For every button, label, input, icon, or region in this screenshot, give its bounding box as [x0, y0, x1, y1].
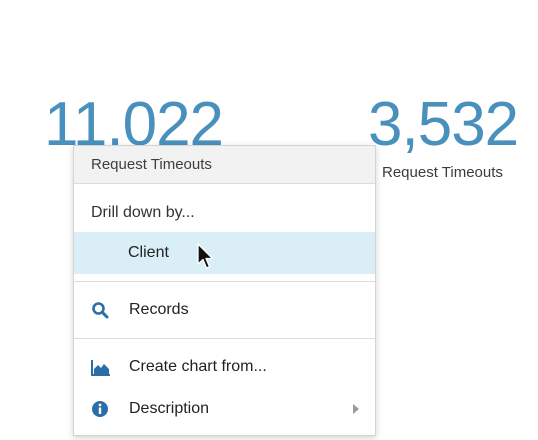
menu-divider — [74, 338, 375, 339]
submenu-arrow-icon — [353, 404, 359, 414]
context-menu: Request Timeouts Drill down by... Client… — [73, 145, 376, 436]
info-icon — [92, 401, 108, 417]
menu-item-description[interactable]: Description — [74, 388, 375, 430]
menu-item-records[interactable]: Records — [74, 289, 375, 331]
menu-item-client[interactable]: Client — [74, 232, 375, 274]
menu-divider — [74, 281, 375, 282]
drill-down-label: Drill down by... — [91, 204, 195, 221]
stat-value-request-timeouts-2: 3,532 — [368, 90, 519, 159]
context-menu-header: Request Timeouts — [74, 146, 375, 184]
mouse-cursor-icon — [197, 243, 214, 269]
menu-item-create-chart[interactable]: Create chart from... — [74, 346, 375, 388]
menu-item-client-label: Client — [128, 244, 169, 261]
stat-label-request-timeouts-2: Request Timeouts — [382, 164, 503, 181]
area-chart-icon — [91, 360, 110, 376]
search-icon — [92, 302, 109, 319]
